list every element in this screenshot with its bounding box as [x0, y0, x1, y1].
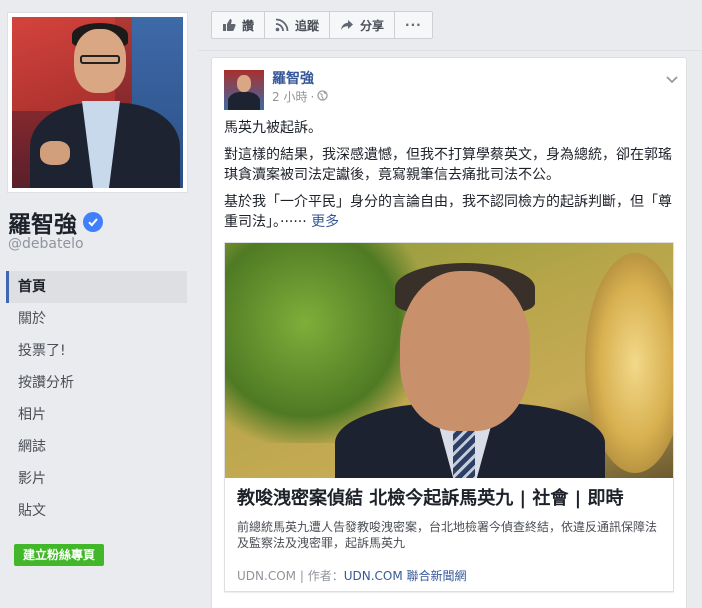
share-button[interactable]: 分享: [329, 11, 396, 39]
create-page-button[interactable]: 建立粉絲專頁: [14, 544, 105, 566]
globe-icon: [317, 88, 328, 106]
share-label: 分享: [360, 18, 385, 33]
rss-icon: [275, 18, 289, 32]
page-username[interactable]: @debatelo: [8, 236, 84, 252]
verified-badge-icon: [83, 212, 103, 232]
link-preview-body: 教唆洩密案偵結 北檢今起訴馬英九 | 社會 | 即時 前總統馬英九遭人告發教唆洩…: [237, 487, 663, 584]
see-more-link[interactable]: 更多: [311, 214, 339, 230]
link-author[interactable]: UDN.COM 聯合新聞網: [344, 569, 467, 583]
page-nav: 首頁 關於 投票了! 按讚分析 相片 網誌 影片 貼文: [6, 271, 187, 527]
link-preview-card[interactable]: 教唆洩密案偵結 北檢今起訴馬英九 | 社會 | 即時 前總統馬英九遭人告發教唆洩…: [224, 242, 674, 592]
nav-item-videos[interactable]: 影片: [6, 463, 187, 495]
post-paragraph: 馬英九被起訴。: [224, 120, 322, 136]
more-options-button[interactable]: ···: [394, 11, 433, 39]
thumbs-up-icon: [222, 18, 236, 32]
link-source: UDN.COM | 作者：UDN.COM 聯合新聞網: [237, 567, 663, 584]
post-paragraph-text: 基於我「一介平民」身分的言論自由，我不認同檢方的起訴判斷，但「尊重司法」。···…: [224, 194, 672, 230]
more-dots-icon: ···: [405, 18, 422, 32]
chevron-down-icon[interactable]: [666, 70, 678, 89]
follow-button[interactable]: 追蹤: [264, 11, 331, 39]
nav-item-vote[interactable]: 投票了!: [6, 335, 187, 367]
link-author-prefix: 作者：: [307, 569, 344, 583]
like-label: 讚: [242, 18, 255, 33]
share-arrow-icon: [340, 18, 354, 32]
post-author-avatar[interactable]: [224, 70, 264, 110]
nav-item-posts[interactable]: 貼文: [6, 495, 187, 527]
nav-item-notes[interactable]: 網誌: [6, 431, 187, 463]
link-title[interactable]: 教唆洩密案偵結 北檢今起訴馬英九 | 社會 | 即時: [237, 487, 663, 511]
profile-photo: [12, 17, 183, 188]
post-author-name[interactable]: 羅智強: [272, 70, 328, 88]
post-paragraph: 對這樣的結果，我深感遺憾，但我不打算學蔡英文，身為總統，卻在郭瑤琪貪瀆案被司法定…: [224, 147, 672, 183]
feed-post: 羅智強 2 小時 · 馬英九被起訴。 對這樣的結果，我深感遺憾，但我不打算學蔡英…: [211, 57, 687, 608]
like-button[interactable]: 讚: [211, 11, 266, 39]
link-preview-image[interactable]: [225, 243, 673, 478]
post-body: 馬英九被起訴。 對這樣的結果，我深感遺憾，但我不打算學蔡英文，身為總統，卻在郭瑤…: [224, 118, 674, 239]
source-separator: |: [299, 569, 308, 583]
profile-picture[interactable]: [7, 12, 188, 193]
link-description: 前總統馬英九遭人告發教唆洩密案，台北地檢署今偵查終結，依違反通訊保障法及監察法及…: [237, 520, 658, 550]
post-header: 羅智強 2 小時 ·: [224, 70, 328, 110]
nav-item-home[interactable]: 首頁: [6, 271, 187, 303]
follow-label: 追蹤: [295, 18, 320, 33]
page-name-text: 羅智強: [8, 212, 77, 238]
page-sidebar: 羅智強 @debatelo 首頁 關於 投票了! 按讚分析 相片 網誌 影片 貼…: [0, 0, 198, 608]
nav-item-about[interactable]: 關於: [6, 303, 187, 335]
nav-item-likes-analysis[interactable]: 按讚分析: [6, 367, 187, 399]
post-paragraph-last: 基於我「一介平民」身分的言論自由，我不認同檢方的起訴判斷，但「尊重司法」。···…: [224, 192, 674, 232]
toolbar-divider: [198, 50, 702, 51]
post-time-text: 2 小時: [272, 90, 308, 104]
post-timestamp[interactable]: 2 小時 ·: [272, 88, 328, 106]
separator-dot: ·: [310, 90, 315, 104]
link-domain: UDN.COM: [237, 569, 296, 583]
post-meta: 羅智強 2 小時 ·: [272, 70, 328, 110]
nav-item-photos[interactable]: 相片: [6, 399, 187, 431]
page-title[interactable]: 羅智強: [8, 205, 103, 239]
page-action-bar: 讚 追蹤 分享 ···: [211, 11, 433, 39]
